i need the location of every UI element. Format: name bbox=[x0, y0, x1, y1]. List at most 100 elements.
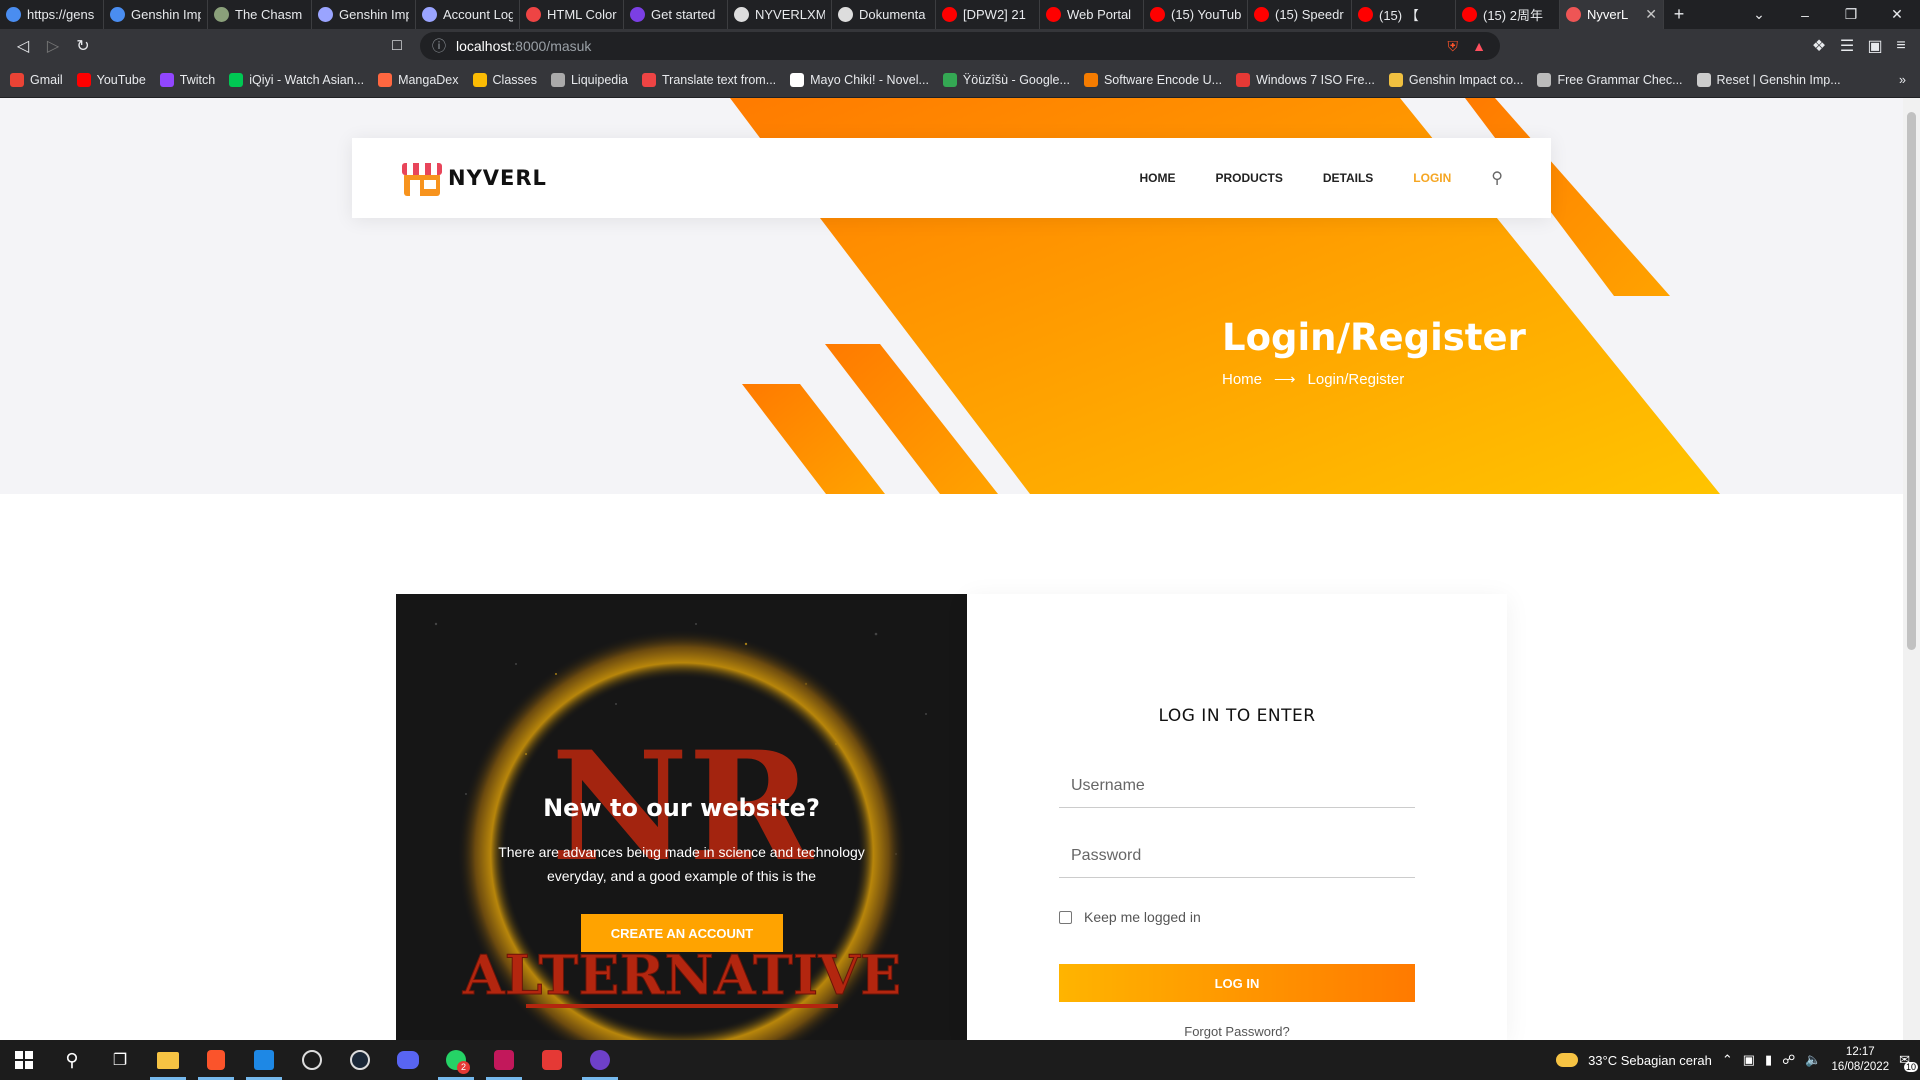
chevron-up-icon[interactable]: ⌃ bbox=[1722, 1052, 1733, 1068]
browser-tab[interactable]: NYVERLXMA bbox=[728, 0, 832, 29]
create-account-button[interactable]: CREATE AN ACCOUNT bbox=[581, 914, 783, 952]
bookmark-label: Liquipedia bbox=[570, 73, 628, 87]
tab-favicon-icon bbox=[110, 7, 125, 22]
tab-favicon-icon bbox=[214, 7, 229, 22]
bookmark-favicon-icon bbox=[1696, 73, 1711, 87]
browser-tab[interactable]: NyverL ✕ bbox=[1560, 0, 1664, 29]
restore-icon[interactable]: ❐ bbox=[1828, 6, 1874, 23]
bookmark-item[interactable]: Genshin Impact co... bbox=[1388, 73, 1523, 87]
password-input[interactable]: Password bbox=[1059, 834, 1415, 878]
page-scrollbar[interactable] bbox=[1903, 98, 1920, 1040]
forward-icon[interactable]: ▷ bbox=[38, 31, 68, 61]
menu-icon[interactable]: ≡ bbox=[1886, 31, 1916, 61]
whatsapp-icon[interactable]: 2 bbox=[432, 1040, 480, 1080]
bookmark-favicon-icon bbox=[159, 73, 174, 87]
remember-me-checkbox[interactable] bbox=[1059, 910, 1072, 924]
bookmark-item[interactable]: Gmail bbox=[10, 73, 63, 87]
browser-tab[interactable]: Account Log bbox=[416, 0, 520, 29]
browser-tab[interactable]: Genshin Imp bbox=[104, 0, 208, 29]
bookmark-item[interactable]: MangaDex bbox=[378, 73, 459, 87]
close-window-icon[interactable]: ✕ bbox=[1874, 6, 1920, 23]
reload-icon[interactable]: ↻ bbox=[68, 31, 98, 61]
weather-text[interactable]: 33°C Sebagian cerah bbox=[1588, 1053, 1712, 1068]
bookmark-item[interactable]: Free Grammar Chec... bbox=[1537, 73, 1683, 87]
bookmark-item[interactable]: Windows 7 ISO Fre... bbox=[1236, 73, 1375, 87]
bookmark-item[interactable]: Reset | Genshin Imp... bbox=[1696, 73, 1841, 87]
minimize-icon[interactable]: – bbox=[1782, 7, 1828, 23]
brave-shield-icon[interactable]: ⛨ bbox=[1448, 38, 1459, 55]
meet-now-icon[interactable]: ▣ bbox=[1743, 1052, 1755, 1068]
bookmark-item[interactable]: Mayo Chiki! - Novel... bbox=[790, 73, 929, 87]
bookmark-item[interactable]: Liquipedia bbox=[550, 73, 628, 87]
bookmark-item[interactable]: Translate text from... bbox=[641, 73, 776, 87]
photo-app-icon[interactable] bbox=[480, 1040, 528, 1080]
back-icon[interactable]: ◁ bbox=[8, 31, 38, 61]
login-button[interactable]: LOG IN bbox=[1059, 964, 1415, 1002]
bookmark-page-icon[interactable]: □ bbox=[382, 31, 412, 61]
task-view-icon[interactable]: ❐ bbox=[96, 1040, 144, 1080]
bookmark-item[interactable]: Software Encode U... bbox=[1083, 73, 1222, 87]
browser-tab[interactable]: (15) 【 bbox=[1352, 0, 1456, 29]
browser-tab[interactable]: [DPW2] 21 bbox=[936, 0, 1040, 29]
clock-date: 16/08/2022 bbox=[1831, 1061, 1890, 1073]
tab-title: Get started bbox=[651, 7, 716, 22]
wps-office-icon[interactable] bbox=[528, 1040, 576, 1080]
breadcrumb-home[interactable]: Home bbox=[1222, 371, 1262, 388]
browser-tab[interactable]: HTML Color bbox=[520, 0, 624, 29]
nav-details[interactable]: DETAILS bbox=[1323, 171, 1373, 185]
extensions-icon[interactable]: ❖ bbox=[1804, 31, 1834, 61]
scrollbar-thumb[interactable] bbox=[1907, 112, 1916, 650]
notification-icon[interactable]: ✉ 10 bbox=[1899, 1052, 1918, 1072]
browser-tab[interactable]: (15) 2周年 bbox=[1456, 0, 1560, 29]
tab-favicon-icon bbox=[1046, 7, 1061, 22]
browser-tab[interactable]: Web Portal bbox=[1040, 0, 1144, 29]
tab-search-icon[interactable]: ⌄ bbox=[1736, 6, 1782, 23]
bookmark-favicon-icon bbox=[790, 73, 805, 87]
bookmark-item[interactable]: YouTube bbox=[76, 73, 146, 87]
nav-home[interactable]: HOME bbox=[1139, 171, 1175, 185]
steam-icon[interactable] bbox=[336, 1040, 384, 1080]
bookmark-item[interactable]: Classes bbox=[472, 73, 537, 87]
browser-tab[interactable]: (15) YouTub bbox=[1144, 0, 1248, 29]
close-tab-icon[interactable]: ✕ bbox=[1645, 6, 1657, 23]
battery-icon[interactable]: ▮ bbox=[1765, 1052, 1772, 1068]
browser-tab[interactable]: Dokumenta bbox=[832, 0, 936, 29]
forgot-password-link[interactable]: Forgot Password? bbox=[967, 1024, 1507, 1039]
bookmark-item[interactable]: Ÿöüzîšù - Google... bbox=[942, 73, 1070, 87]
github-desktop-icon[interactable] bbox=[576, 1040, 624, 1080]
remember-me-label[interactable]: Keep me logged in bbox=[1084, 909, 1201, 925]
browser-tab[interactable]: Get started bbox=[624, 0, 728, 29]
nav-products[interactable]: PRODUCTS bbox=[1215, 171, 1282, 185]
volume-icon[interactable]: 🔈 bbox=[1805, 1052, 1821, 1068]
browser-tab[interactable]: https://gens bbox=[0, 0, 104, 29]
nav-login[interactable]: LOGIN bbox=[1413, 171, 1451, 185]
browser-tab[interactable]: (15) Speedr bbox=[1248, 0, 1352, 29]
file-explorer-icon[interactable] bbox=[144, 1040, 192, 1080]
playlist-icon[interactable]: ☰ bbox=[1832, 31, 1862, 61]
obs-icon[interactable] bbox=[288, 1040, 336, 1080]
windows-start-icon[interactable] bbox=[0, 1040, 48, 1080]
weather-icon[interactable] bbox=[1556, 1053, 1579, 1067]
whatsapp-badge: 2 bbox=[457, 1061, 470, 1074]
bookmark-favicon-icon bbox=[942, 73, 957, 87]
bookmark-item[interactable]: Twitch bbox=[159, 73, 215, 87]
brave-rewards-icon[interactable]: ▲ bbox=[1472, 38, 1486, 54]
vscode-icon[interactable] bbox=[240, 1040, 288, 1080]
browser-tab[interactable]: Genshin Imp bbox=[312, 0, 416, 29]
brave-browser-icon[interactable] bbox=[192, 1040, 240, 1080]
search-taskbar-icon[interactable]: ⚲ bbox=[48, 1040, 96, 1080]
discord-icon[interactable] bbox=[384, 1040, 432, 1080]
site-logo[interactable]: NYVERL bbox=[402, 159, 547, 197]
new-tab-icon[interactable]: + bbox=[1664, 4, 1694, 25]
bookmarks-overflow-icon[interactable]: » bbox=[1899, 73, 1906, 87]
network-icon[interactable]: ☍ bbox=[1782, 1052, 1795, 1068]
username-input[interactable]: Username bbox=[1059, 764, 1415, 808]
site-info-icon[interactable]: ⓘ bbox=[432, 36, 446, 56]
remember-me: Keep me logged in bbox=[1059, 909, 1201, 925]
bookmark-item[interactable]: iQiyi - Watch Asian... bbox=[229, 73, 364, 87]
search-icon[interactable]: ⚲ bbox=[1491, 168, 1503, 188]
clock[interactable]: 12:17 16/08/2022 bbox=[1832, 1045, 1890, 1075]
browser-tab[interactable]: The Chasm bbox=[208, 0, 312, 29]
windows-taskbar: ⚲ ❐ 2 33°C Sebagian cerah ⌃ ▣ ▮ ☍ 🔈 12:1… bbox=[0, 1040, 1920, 1080]
address-bar[interactable]: ⓘ localhost:8000/masuk ⛨ ▲ bbox=[420, 32, 1500, 60]
